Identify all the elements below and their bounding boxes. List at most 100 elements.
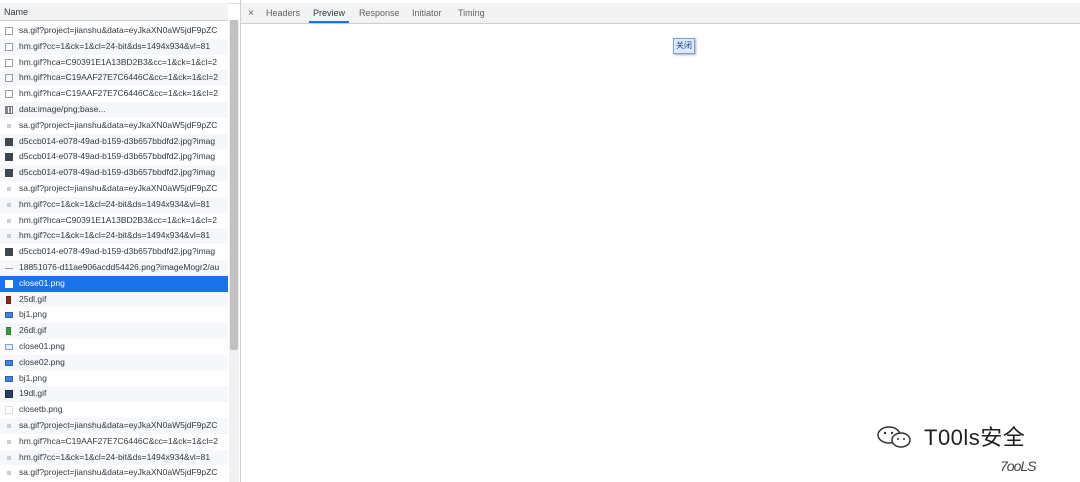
file-icon [5,406,13,415]
request-name: sa.gif?project=jianshu&data=eyJkaXN0aW5j… [19,467,218,478]
dot-icon [7,471,11,476]
request-name: sa.gif?project=jianshu&data=eyJkaXN0aW5j… [19,419,218,430]
request-row[interactable]: close01.png [0,275,228,292]
file-icon [5,375,13,382]
dot-icon [7,439,11,444]
file-icon [5,58,13,67]
request-name: 19dl.gif [19,388,47,399]
name-column-label: Name [4,7,29,17]
request-row[interactable]: sa.gif?project=jianshu&data=eyJkaXN0aW5j… [0,181,228,197]
file-icon [6,295,11,304]
request-list-panel: Name sa.gif?project=jianshu&data=eyJkaXN… [0,0,241,482]
request-name: hm.gif?cc=1&ck=1&cl=24-bit&ds=1494x934&v… [19,230,211,241]
request-row[interactable]: hm.gif?hca=C19AAF27E7C6446C&cc=1&ck=1&cl… [0,434,228,450]
request-name: sa.gif?project=jianshu&data=eyJkaXN0aW5j… [19,25,218,35]
request-row[interactable]: sa.gif?project=jianshu&data=eyJkaXN0aW5j… [0,23,228,39]
request-row[interactable]: close02.png [0,354,228,371]
request-name: d5ccb014-e078-49ad-b159-d3b657bbdfd2.jpg… [19,135,216,146]
scrollbar-thumb[interactable] [230,20,238,350]
request-row[interactable]: hm.gif?cc=1&ck=1&cl=24-bit&ds=1494x934&v… [0,449,228,466]
name-column-header[interactable]: Name [0,3,228,21]
image-file-icon [5,137,13,146]
file-icon [5,74,13,83]
request-name: close02.png [19,356,65,367]
image-file-icon [5,248,13,257]
request-row[interactable]: hm.gif?cc=1&ck=1&cl=24-bit&ds=1494x934&v… [0,196,228,213]
request-row[interactable]: closetb.png [0,402,228,418]
request-row[interactable]: hm.gif?cc=1&ck=1&cl=24-bit&ds=1494x934&v… [0,228,228,245]
request-name: closetb.png [19,404,63,415]
request-name: hm.gif?cc=1&ck=1&cl=24-bit&ds=1494x934&v… [19,451,211,462]
detail-panel: × Headers Preview Response Initiator Tim… [241,0,1080,482]
image-file-icon [5,169,13,178]
request-row[interactable]: hm.gif?hca=C19AAF27E7C6446C&cc=1&ck=1&cl… [0,86,228,102]
request-row[interactable]: bj1.png [0,307,228,323]
file-icon [5,279,13,288]
watermark-text: T00ls安全 [924,425,1026,450]
detail-tabbar: × Headers Preview Response Initiator Tim… [241,3,1080,24]
request-name: close01.png [19,340,65,351]
request-row[interactable]: 18851076-d11ae906acdd54426.png?imageMogr… [0,259,228,276]
request-name: bj1.png [19,309,47,320]
request-row[interactable]: d5ccb014-e078-49ad-b159-d3b657bbdfd2.jpg… [0,244,228,260]
request-row[interactable]: hm.gif?hca=C90391E1A13BD2B3&cc=1&ck=1&cl… [0,55,228,71]
request-name: hm.gif?hca=C19AAF27E7C6446C&cc=1&ck=1&cl… [19,435,218,446]
wechat-icon [877,426,911,448]
request-name: sa.gif?project=jianshu&data=eyJkaXN0aW5j… [19,119,218,130]
request-name: sa.gif?project=jianshu&data=eyJkaXN0aW5j… [19,182,218,193]
file-icon [5,90,13,99]
request-row[interactable]: hm.gif?hca=C90391E1A13BD2B3&cc=1&ck=1&cl… [0,213,228,229]
request-name: d5ccb014-e078-49ad-b159-d3b657bbdfd2.jpg… [19,167,216,178]
file-icon [5,27,13,35]
dot-icon [7,455,11,460]
request-name: d5ccb014-e078-49ad-b159-d3b657bbdfd2.jpg… [19,246,216,257]
request-row[interactable]: bj1.png [0,371,228,387]
request-row[interactable]: d5ccb014-e078-49ad-b159-d3b657bbdfd2.jpg… [0,133,228,150]
active-tab-indicator [309,21,349,23]
request-name: hm.gif?cc=1&ck=1&cl=24-bit&ds=1494x934&v… [19,198,211,209]
request-row[interactable]: sa.gif?project=jianshu&data=eyJkaXN0aW5j… [0,118,228,134]
file-icon [5,312,13,319]
watermark-logo: 7ooLS [1000,458,1036,474]
request-row[interactable]: d5ccb014-e078-49ad-b159-d3b657bbdfd2.jpg… [0,149,228,165]
request-list-scrollbar[interactable] [229,20,239,482]
request-name: 18851076-d11ae906acdd54426.png?imageMogr… [19,261,220,272]
dot-icon [7,186,11,191]
request-row[interactable]: d5ccb014-e078-49ad-b159-d3b657bbdfd2.jpg… [0,165,228,181]
request-name: hm.gif?cc=1&ck=1&cl=24-bit&ds=1494x934&v… [19,40,211,51]
dot-icon [7,423,11,428]
file-icon [5,359,13,366]
request-row[interactable]: 26dl.gif [0,323,228,339]
request-row[interactable]: 19dl.gif [0,386,228,403]
file-icon [5,343,13,350]
request-name: bj1.png [19,372,47,383]
request-name: data:image/png;base... [19,103,106,114]
request-name: 26dl.gif [19,325,47,336]
request-row[interactable]: hm.gif?hca=C19AAF27E7C6446C&cc=1&ck=1&cl… [0,70,228,87]
file-icon [5,390,13,399]
dot-icon [7,234,11,239]
dot-icon [7,123,11,128]
tab-preview[interactable]: Preview [313,8,345,18]
dot-icon [7,218,11,223]
request-row[interactable]: sa.gif?project=jianshu&data=eyJkaXN0aW5j… [0,465,228,481]
request-row[interactable]: close01.png [0,339,228,355]
tab-initiator[interactable]: Initiator [412,8,442,18]
request-row[interactable]: sa.gif?project=jianshu&data=eyJkaXN0aW5j… [0,417,228,434]
preview-close-image: 关闭 [673,38,695,54]
request-name: 25dl.gif [19,293,47,304]
request-row[interactable]: hm.gif?cc=1&ck=1&cl=24-bit&ds=1494x934&v… [0,38,228,55]
request-name: hm.gif?hca=C90391E1A13BD2B3&cc=1&ck=1&cl… [19,56,217,67]
request-row[interactable]: 25dl.gif [0,291,228,308]
file-icon [6,327,11,336]
file-icon [5,42,13,51]
dot-icon [7,202,11,207]
request-name: d5ccb014-e078-49ad-b159-d3b657bbdfd2.jpg… [19,151,216,162]
request-name: hm.gif?hca=C90391E1A13BD2B3&cc=1&ck=1&cl… [19,214,217,225]
tab-response[interactable]: Response [359,8,400,18]
request-row[interactable]: data:image/png;base... [0,101,228,118]
tab-headers[interactable]: Headers [266,8,300,18]
tab-timing[interactable]: Timing [458,8,485,18]
close-detail-icon[interactable]: × [248,8,254,19]
request-name: close01.png [19,277,65,288]
